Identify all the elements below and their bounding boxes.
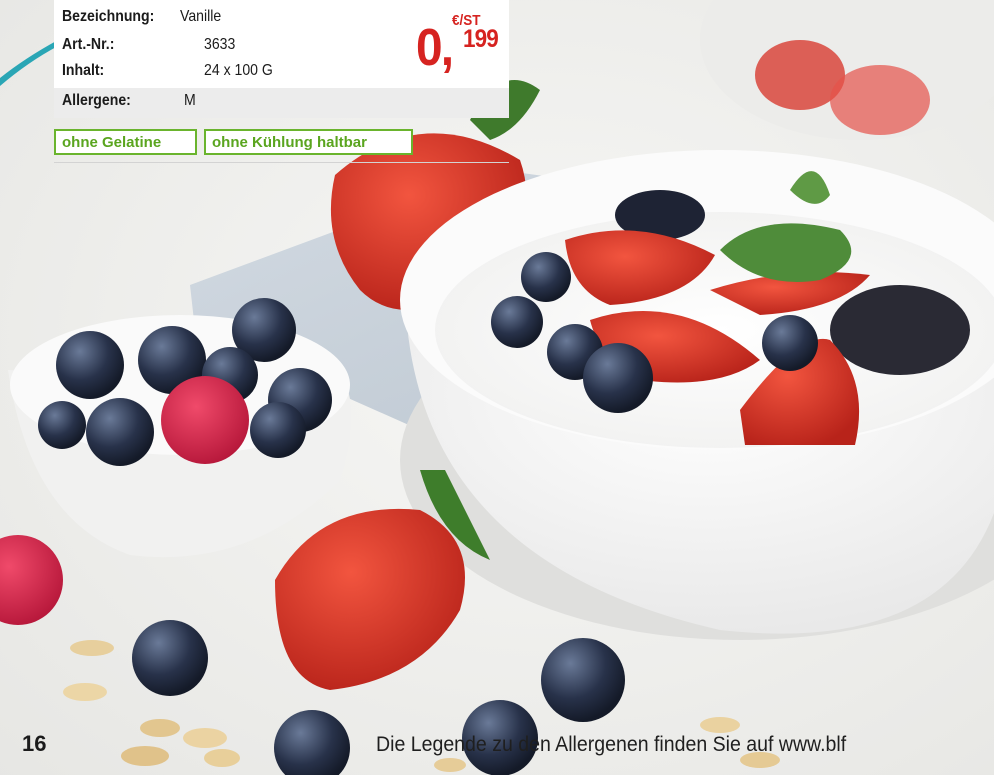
content-value: 24 x 100 G (204, 62, 273, 79)
teal-ribbon (0, 0, 60, 95)
badge-no-gelatine: ohne Gelatine (54, 129, 197, 155)
price-cents: 199 (463, 25, 499, 53)
article-value: 3633 (204, 36, 236, 53)
badge-no-refrigeration: ohne Kühlung haltbar (204, 129, 413, 155)
name-label: Bezeichnung: (62, 8, 155, 25)
allergen-legend-note: Die Legende zu den Allergenen finden Sie… (376, 733, 847, 756)
article-label: Art.-Nr.: (62, 36, 115, 53)
page-number: 16 (22, 731, 47, 756)
price-main: 0, (416, 19, 454, 77)
allergens-label: Allergene: (62, 92, 131, 109)
name-value: Vanille (180, 8, 222, 25)
allergens-row: Allergene: M (54, 88, 509, 118)
content-label: Inhalt: (62, 62, 105, 79)
allergens-value: M (184, 92, 196, 109)
divider (54, 162, 509, 163)
